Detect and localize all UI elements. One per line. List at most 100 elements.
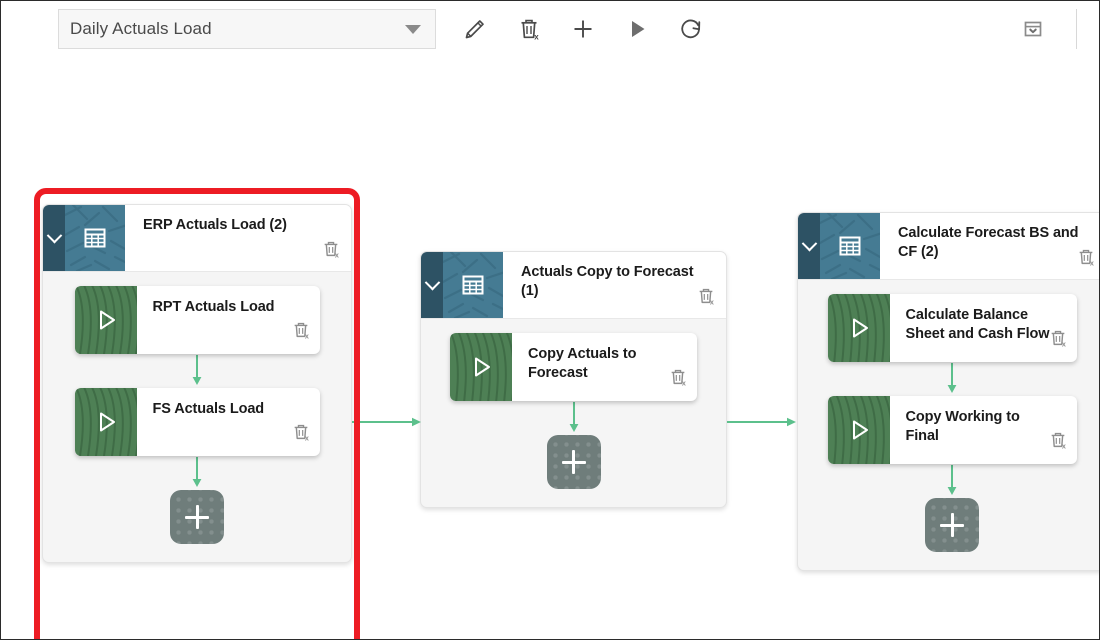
task-delete-button[interactable]: x [667,366,689,393]
add-pipeline-button[interactable] [556,9,610,49]
task-title-area: FS Actuals Load x [137,388,320,456]
collapse-box-icon [1024,21,1042,37]
toolbar-actions: x [448,9,718,49]
group-body: Calculate Balance Sheet and Cash Flow x [798,280,1099,570]
group-collapse-toggle[interactable] [798,213,820,279]
group-body: Copy Actuals to Forecast x [421,319,726,507]
grid-table-icon [462,275,484,295]
group-thumbnail [65,205,125,271]
group-delete-button[interactable]: x [695,285,717,312]
task-title-area: Copy Working to Final x [890,396,1077,464]
trash-delete-icon: x [699,288,714,307]
task-title: FS Actuals Load [152,401,265,417]
group-delete-button[interactable]: x [1075,246,1097,273]
svg-text:x: x [1090,259,1094,268]
group-thumbnail [443,252,503,318]
group-title-area: Calculate Forecast BS and CF (2) x [880,213,1099,279]
group-card-erp-actuals-load[interactable]: ERP Actuals Load (2) x RPT Actuals Load … [42,204,352,563]
svg-text:x: x [335,251,339,260]
task-thumbnail [74,286,137,354]
trash-delete-icon: x [1051,330,1065,349]
add-task-row [43,490,351,544]
refresh-button[interactable] [664,9,718,49]
connector-arrow-down [421,401,726,435]
pencil-icon [465,20,484,39]
connector-arrow-down [798,464,1099,498]
task-delete-button[interactable]: x [1047,429,1069,456]
plus-icon [574,20,592,38]
group-collapse-toggle[interactable] [421,252,443,318]
caret-down-icon [405,24,421,34]
connector-arrow-down [43,456,351,490]
edit-pipeline-button[interactable] [448,9,502,49]
task-thumbnail [827,396,890,464]
plus-icon-vertical [572,450,575,474]
connector-copy-to-calc [727,415,797,427]
add-task-button-erp[interactable] [170,490,224,544]
task-delete-button[interactable]: x [290,421,312,448]
play-icon [632,21,645,37]
group-body: RPT Actuals Load x FS Actuals Load x [43,272,351,562]
group-collapse-toggle[interactable] [43,205,65,271]
task-card-calculate-balance-sheet-cash-flow[interactable]: Calculate Balance Sheet and Cash Flow x [827,294,1077,362]
svg-text:x: x [1061,442,1065,451]
arrow-down-icon [947,465,957,495]
group-thumbnail [820,213,880,279]
group-card-actuals-copy-to-forecast[interactable]: Actuals Copy to Forecast (1) x Copy Actu… [420,251,727,508]
add-task-button-calc[interactable] [925,498,979,552]
run-pipeline-button[interactable] [610,9,664,49]
task-thumbnail [827,294,890,362]
connector-arrow-down [798,362,1099,396]
group-title: ERP Actuals Load (2) [143,217,287,233]
arrow-right-icon [727,417,796,427]
trash-delete-icon: x [294,322,308,341]
group-header: Calculate Forecast BS and CF (2) x [798,213,1099,280]
task-title: Calculate Balance Sheet and Cash Flow [905,307,1050,342]
play-icon [852,318,868,338]
trash-delete-icon: x [294,424,308,443]
pipeline-canvas: ERP Actuals Load (2) x RPT Actuals Load … [1,57,1099,639]
add-task-row [798,498,1099,552]
group-header: ERP Actuals Load (2) x [43,205,351,272]
svg-text:x: x [304,332,308,341]
pipeline-editor-window: Daily Actuals Load x ERP Actuals Load (2… [0,0,1100,640]
task-title-area: Calculate Balance Sheet and Cash Flow x [890,294,1077,362]
task-title: Copy Actuals to Forecast [528,346,637,381]
toolbar-right-actions [1006,9,1077,49]
trash-delete-icon: x [671,369,686,388]
chevron-down-icon [46,227,62,243]
group-title-area: Actuals Copy to Forecast (1) x [503,252,726,318]
group-delete-button[interactable]: x [320,238,342,265]
task-card-copy-working-to-final[interactable]: Copy Working to Final x [827,396,1077,464]
task-title: RPT Actuals Load [152,299,275,315]
task-thumbnail [450,333,512,401]
arrow-right-icon [352,417,421,427]
connector-arrow-down [43,354,351,388]
collapse-all-button[interactable] [1006,9,1060,49]
group-title: Calculate Forecast BS and CF (2) [898,225,1079,261]
task-title: Copy Working to Final [905,409,1020,444]
task-row: Copy Actuals to Forecast x [421,333,726,401]
task-row: RPT Actuals Load x [43,286,351,354]
task-delete-button[interactable]: x [290,319,312,346]
group-title: Actuals Copy to Forecast (1) [521,264,694,300]
task-card-rpt-actuals-load[interactable]: RPT Actuals Load x [74,286,320,354]
group-card-calculate-forecast-bs-cf[interactable]: Calculate Forecast BS and CF (2) x Calcu… [797,212,1099,571]
arrow-down-icon [192,355,202,385]
arrow-down-icon [192,457,202,487]
group-title-area: ERP Actuals Load (2) x [125,205,351,271]
chevron-down-icon [801,235,817,251]
group-header: Actuals Copy to Forecast (1) x [421,252,726,319]
task-row: Calculate Balance Sheet and Cash Flow x [798,294,1099,362]
task-delete-button[interactable]: x [1047,327,1069,354]
grid-table-icon [839,236,861,256]
add-task-button-copy[interactable] [546,435,601,489]
arrow-down-icon [947,363,957,393]
task-card-fs-actuals-load[interactable]: FS Actuals Load x [74,388,320,456]
delete-pipeline-button[interactable]: x [502,9,556,49]
task-title-area: Copy Actuals to Forecast x [512,333,697,401]
pipeline-select[interactable]: Daily Actuals Load [58,9,436,49]
trash-delete-icon: x [324,241,339,260]
svg-text:x: x [710,298,714,307]
task-card-copy-actuals-to-forecast[interactable]: Copy Actuals to Forecast x [450,333,697,401]
